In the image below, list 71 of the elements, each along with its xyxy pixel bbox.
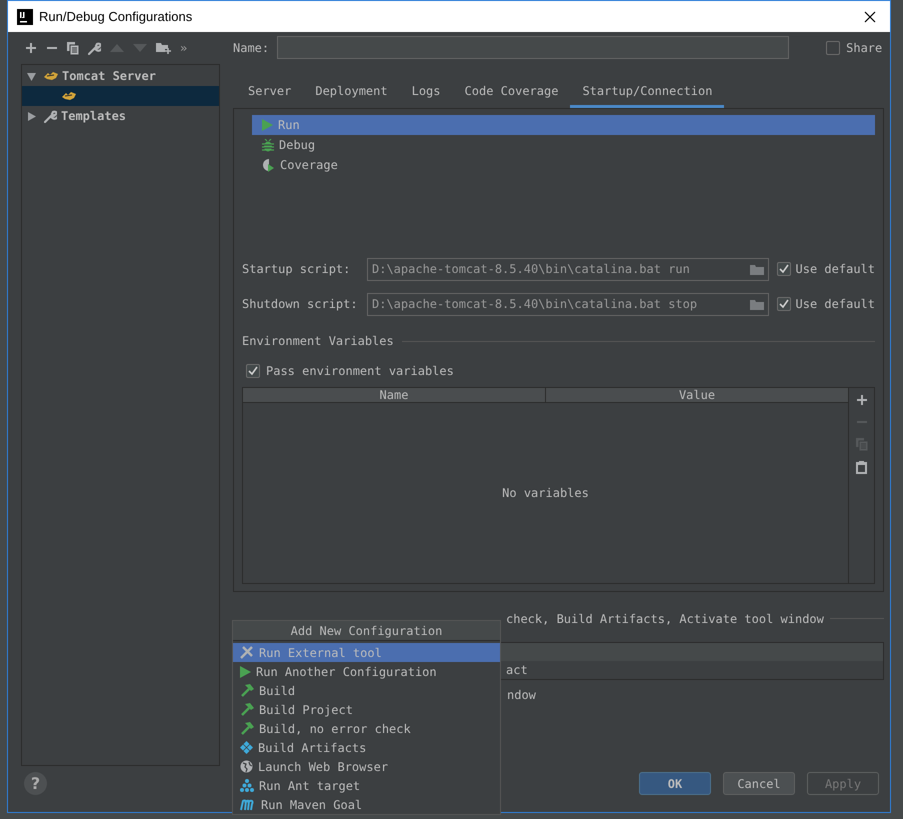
popup-title: Add New Configuration <box>233 621 500 641</box>
clipboard-icon[interactable] <box>856 461 867 474</box>
tab[interactable]: Server <box>236 82 304 108</box>
checkbox-label: Pass environment variables <box>266 363 454 380</box>
wrench-icon[interactable] <box>88 42 101 54</box>
list-item[interactable]: Debug <box>252 135 875 155</box>
close-icon[interactable] <box>864 10 876 22</box>
field-label: Startup script: <box>242 261 352 278</box>
checkbox[interactable] <box>776 297 791 311</box>
collapsed-arrow-icon[interactable] <box>27 112 36 120</box>
name-field[interactable] <box>277 36 790 59</box>
tab[interactable]: Startup/Connection <box>570 82 724 108</box>
script-field[interactable]: D:\apache-tomcat-8.5.40\bin\catalina.bat run <box>367 258 769 280</box>
section-title: Environment Variables <box>242 333 394 350</box>
field-label: Name: <box>233 40 270 56</box>
menu-item[interactable]: Build Project <box>233 700 500 719</box>
more-button[interactable]: » <box>180 39 188 57</box>
tab[interactable]: Code Coverage <box>452 82 570 108</box>
list-item[interactable]: Coverage <box>252 155 875 175</box>
tree-item[interactable]: Tomcat Server <box>22 66 219 86</box>
field-label: Shutdown script: <box>242 296 359 313</box>
copy-icon[interactable] <box>67 42 79 54</box>
expanded-arrow-icon[interactable] <box>27 72 36 80</box>
shield-play-icon <box>262 158 275 172</box>
checkbox[interactable] <box>776 262 791 276</box>
menu-item[interactable]: Build, no error check <box>233 719 500 738</box>
hammer-icon <box>240 703 254 716</box>
menu-item[interactable]: Run Another Configuration <box>233 662 500 681</box>
bug-icon <box>262 138 274 152</box>
empty-message: No variables <box>502 485 589 502</box>
menu-item[interactable]: Build Artifacts <box>233 738 500 757</box>
help-button[interactable]: ? <box>24 772 47 795</box>
item-label: Run <box>278 117 300 134</box>
add-icon[interactable] <box>856 394 868 406</box>
item-label: Debug <box>279 137 316 154</box>
dialog-button[interactable]: OK <box>639 772 711 795</box>
letter-m-icon <box>240 798 256 810</box>
hammer-icon <box>240 684 254 697</box>
globe-icon <box>240 760 253 773</box>
dots-pyramid-icon <box>240 779 254 792</box>
window-title: Run/Debug Configurations <box>39 8 192 26</box>
folder-icon[interactable] <box>750 298 764 310</box>
app-logo-icon <box>17 8 33 24</box>
add-icon[interactable] <box>25 42 37 54</box>
wrench-icon <box>44 110 57 122</box>
menu-item[interactable]: Launch Web Browser <box>233 757 500 776</box>
list-item[interactable]: act <box>506 661 528 679</box>
section-title: check, Build Artifacts, Activate tool window <box>506 610 824 628</box>
checkbox-label: Use default <box>796 296 875 313</box>
play-icon <box>240 666 251 678</box>
checkbox-label: ndow <box>507 688 536 702</box>
script-field[interactable]: D:\apache-tomcat-8.5.40\bin\catalina.bat stop <box>367 292 769 316</box>
hammer-icon <box>240 722 254 735</box>
column-header[interactable]: Value <box>546 388 848 402</box>
column-header[interactable]: Name <box>243 388 546 402</box>
menu-item[interactable]: Build <box>233 681 500 700</box>
checkbox[interactable] <box>246 364 260 378</box>
dialog-button[interactable]: Cancel <box>723 772 795 795</box>
checkbox-label: Use default <box>796 261 875 278</box>
diamonds-icon <box>240 741 253 754</box>
checkbox[interactable] <box>826 40 840 54</box>
checkbox-label: Share <box>846 40 882 56</box>
tab[interactable]: Logs <box>400 82 453 108</box>
item-label: Coverage <box>280 157 338 174</box>
folder-icon[interactable] <box>750 264 764 274</box>
tree-item[interactable]: Templates <box>22 106 219 126</box>
folder-add-icon[interactable] <box>156 42 171 54</box>
play-icon <box>262 119 273 131</box>
tab[interactable]: Deployment <box>303 82 400 108</box>
menu-item[interactable]: Run Ant target <box>233 776 500 795</box>
menu-item[interactable]: Run Maven Goal <box>233 795 500 814</box>
